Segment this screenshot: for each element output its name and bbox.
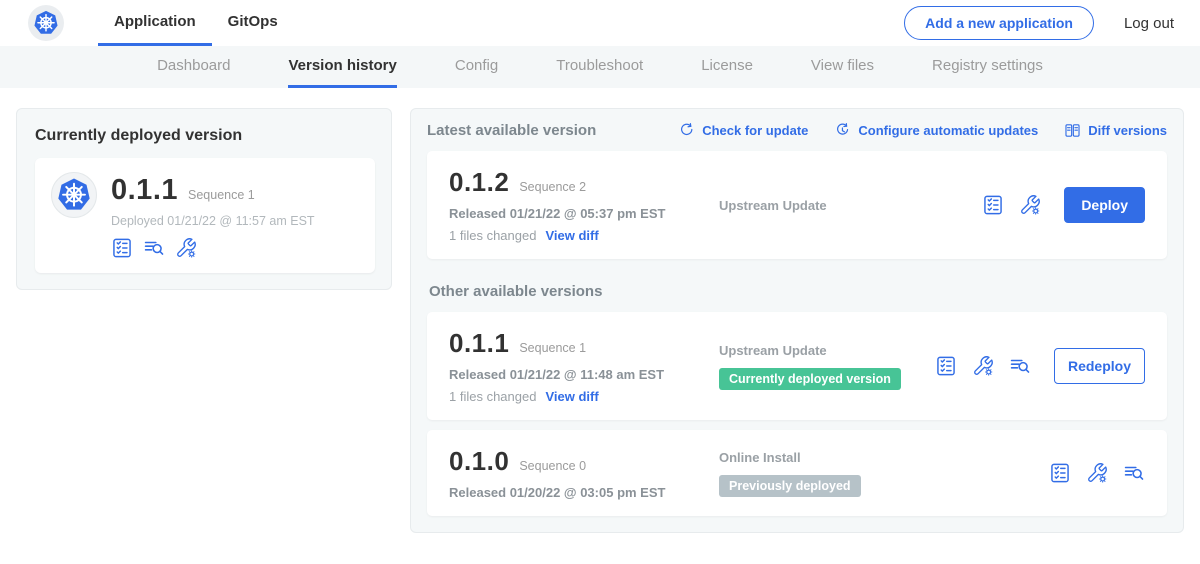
- version-card-0-1-2: 0.1.2 Sequence 2 Released 01/21/22 @ 05:…: [427, 151, 1167, 259]
- tab-application[interactable]: Application: [98, 0, 212, 46]
- app-kubernetes-icon: [51, 172, 97, 218]
- latest-available-title: Latest available version: [427, 122, 596, 139]
- version-number: 0.1.0: [449, 446, 509, 477]
- configure-automatic-updates-label: Configure automatic updates: [858, 123, 1038, 138]
- tab-view-files[interactable]: View files: [811, 46, 874, 88]
- tab-version-history[interactable]: Version history: [288, 46, 396, 88]
- app-subnav: Dashboard Version history Config Trouble…: [0, 46, 1200, 88]
- diff-icon: [1064, 122, 1081, 139]
- tab-license[interactable]: License: [701, 46, 753, 88]
- header-spacer: [294, 0, 904, 46]
- config-wrench-icon[interactable]: [1086, 462, 1108, 484]
- sequence-label: Sequence 0: [519, 459, 586, 473]
- version-card-0-1-1: 0.1.1 Sequence 1 Released 01/21/22 @ 11:…: [427, 312, 1167, 420]
- deployed-timestamp: Deployed 01/21/22 @ 11:57 am EST: [111, 214, 315, 228]
- files-changed-label: 1 files changed: [449, 228, 536, 243]
- previously-deployed-badge: Previously deployed: [719, 475, 861, 497]
- version-card-0-1-0: 0.1.0 Sequence 0 Released 01/20/22 @ 03:…: [427, 430, 1167, 516]
- version-source-label: Upstream Update: [719, 198, 982, 213]
- deployed-panel-title: Currently deployed version: [35, 127, 375, 145]
- tab-gitops[interactable]: GitOps: [212, 0, 294, 46]
- configure-automatic-updates-link[interactable]: Configure automatic updates: [834, 122, 1038, 139]
- config-wrench-icon[interactable]: [972, 355, 994, 377]
- version-number: 0.1.1: [449, 328, 509, 359]
- auto-update-icon: [834, 122, 851, 139]
- version-history-panel: Latest available version Check for updat…: [410, 108, 1184, 533]
- deploy-button[interactable]: Deploy: [1064, 187, 1145, 223]
- main-content: Currently deployed version 0.1.1 Sequenc…: [0, 88, 1200, 533]
- sequence-label: Sequence 1: [519, 341, 586, 355]
- logout-link[interactable]: Log out: [1124, 15, 1174, 32]
- files-changed-label: 1 files changed: [449, 389, 536, 404]
- diff-versions-link[interactable]: Diff versions: [1064, 122, 1167, 139]
- other-available-title: Other available versions: [429, 283, 1167, 300]
- preflight-checklist-icon[interactable]: [935, 355, 957, 377]
- top-header: Application GitOps Add a new application…: [0, 0, 1200, 46]
- diff-versions-label: Diff versions: [1088, 123, 1167, 138]
- version-source-label: Upstream Update: [719, 343, 935, 358]
- logs-icon[interactable]: [1123, 462, 1145, 484]
- preflight-checklist-icon[interactable]: [982, 194, 1004, 216]
- check-for-update-label: Check for update: [702, 123, 808, 138]
- preflight-checklist-icon[interactable]: [1049, 462, 1071, 484]
- config-wrench-icon[interactable]: [1019, 194, 1041, 216]
- view-diff-link[interactable]: View diff: [545, 389, 598, 404]
- config-wrench-icon[interactable]: [175, 237, 197, 259]
- add-application-button[interactable]: Add a new application: [904, 6, 1094, 40]
- deployed-sequence-label: Sequence 1: [188, 188, 255, 202]
- logs-icon[interactable]: [143, 237, 165, 259]
- version-number: 0.1.2: [449, 167, 509, 198]
- tab-troubleshoot[interactable]: Troubleshoot: [556, 46, 643, 88]
- currently-deployed-panel: Currently deployed version 0.1.1 Sequenc…: [16, 108, 392, 290]
- kubernetes-logo-icon: [28, 5, 64, 41]
- app-nav: Application GitOps: [98, 0, 294, 46]
- refresh-icon: [678, 122, 695, 139]
- logs-icon[interactable]: [1009, 355, 1031, 377]
- check-for-update-link[interactable]: Check for update: [678, 122, 808, 139]
- deployed-version-card: 0.1.1 Sequence 1 Deployed 01/21/22 @ 11:…: [35, 158, 375, 273]
- view-diff-link[interactable]: View diff: [545, 228, 598, 243]
- released-timestamp: Released 01/21/22 @ 05:37 pm EST: [449, 206, 707, 221]
- released-timestamp: Released 01/20/22 @ 03:05 pm EST: [449, 485, 707, 500]
- tab-registry-settings[interactable]: Registry settings: [932, 46, 1043, 88]
- redeploy-button[interactable]: Redeploy: [1054, 348, 1145, 384]
- currently-deployed-badge: Currently deployed version: [719, 368, 901, 390]
- tab-dashboard[interactable]: Dashboard: [157, 46, 230, 88]
- version-source-label: Online Install: [719, 450, 1049, 465]
- deployed-version-number: 0.1.1: [111, 174, 178, 207]
- tab-config[interactable]: Config: [455, 46, 498, 88]
- released-timestamp: Released 01/21/22 @ 11:48 am EST: [449, 367, 707, 382]
- preflight-checklist-icon[interactable]: [111, 237, 133, 259]
- sequence-label: Sequence 2: [519, 180, 586, 194]
